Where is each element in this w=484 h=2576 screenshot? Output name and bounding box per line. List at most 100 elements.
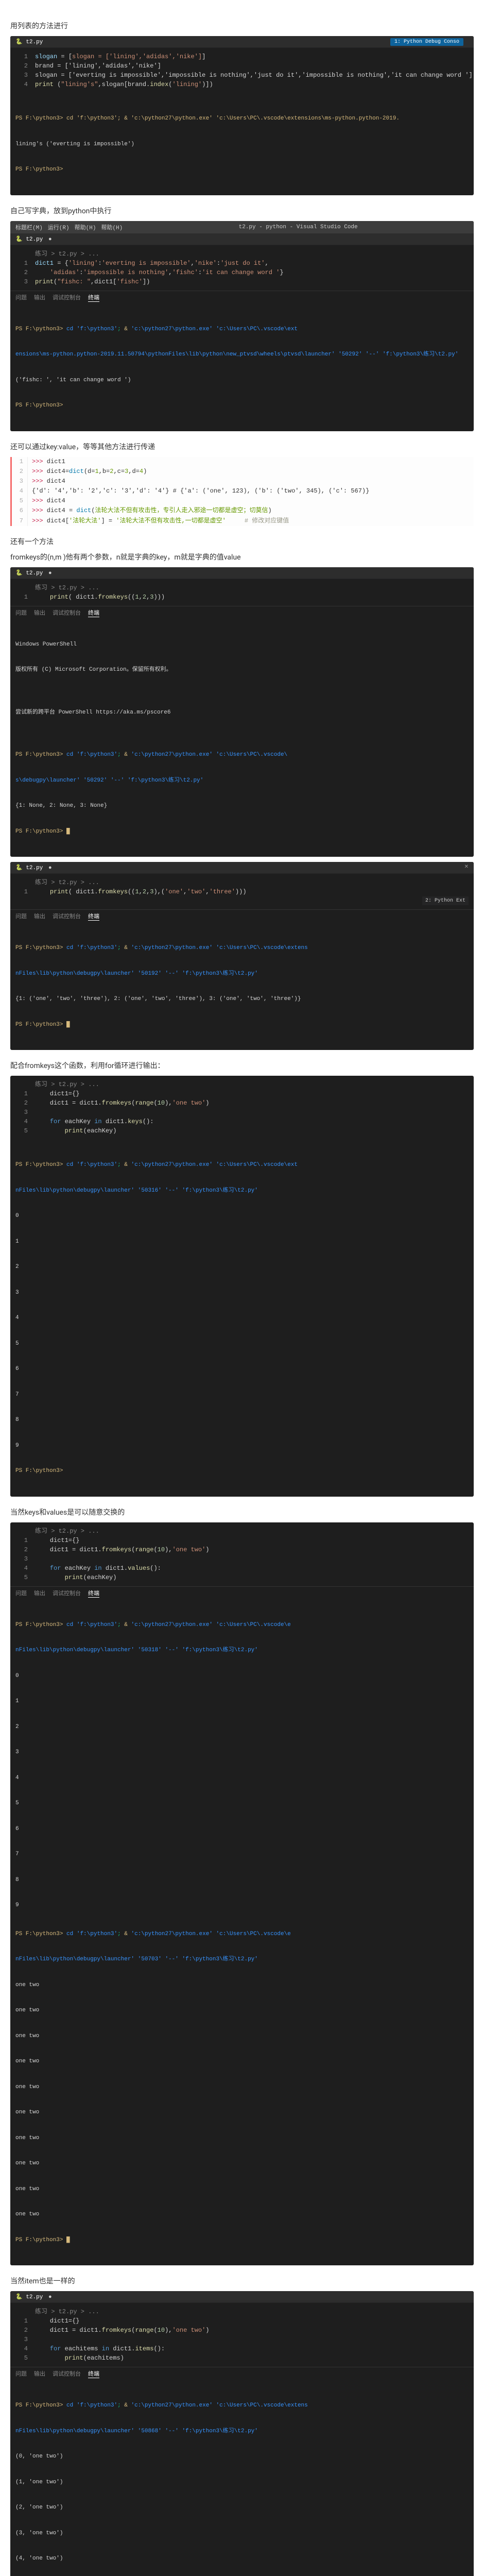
terminal-tab[interactable]: 调试控制台: [53, 608, 81, 617]
code-area-5[interactable]: 练习 > t2.py > ... 1 print( dict1.fromkeys…: [10, 874, 474, 909]
terminal-tab-active[interactable]: 终端: [88, 608, 99, 617]
editor-tab[interactable]: 🐍 t2.py ●: [10, 2291, 474, 2303]
section-title-5: 配合fromkeys这个函数，利用for循环进行输出：: [10, 1060, 474, 1071]
terminal-line: 3: [15, 1748, 469, 1757]
terminal-tab[interactable]: 调试控制台: [53, 293, 81, 302]
terminal-line: 7: [15, 1850, 469, 1859]
tab-label: t2.py: [26, 865, 43, 871]
terminal-tab[interactable]: 输出: [34, 2369, 45, 2378]
terminal-line: 1: [15, 1238, 469, 1246]
window-title: t2.py - python - Visual Studio Code: [128, 224, 469, 230]
code-area-7[interactable]: 练习 > t2.py > ... 1 dict1={} 2 dict1 = di…: [10, 1522, 474, 1586]
terminal-line: PS F:\python3> █: [15, 2236, 469, 2245]
terminal-line: PS F:\python3>: [15, 401, 469, 410]
terminal-line: nFiles\lib\python\debugpy\launcher' '507…: [15, 1955, 469, 1964]
terminal-line: {1: ('one', 'two', 'three'), 2: ('one', …: [15, 995, 469, 1004]
code-area-1[interactable]: 1slogan = [slogan = ['lining','adidas','…: [10, 48, 474, 93]
terminal-tab[interactable]: 调试控制台: [53, 912, 81, 921]
editor-block-1: 🐍 t2.py 1: Python Debug Conso 1slogan = …: [10, 36, 474, 195]
code-area-4[interactable]: 练习 > t2.py > ... 1 print( dict1.fromkeys…: [10, 579, 474, 606]
menu-item[interactable]: 运行(R): [48, 223, 70, 231]
terminal-line: 3: [15, 1289, 469, 1297]
terminal-line: 4: [15, 1774, 469, 1783]
terminal-1[interactable]: PS F:\python3> cd 'f:\python3'; & 'c:\py…: [10, 93, 474, 195]
terminal-tab-active[interactable]: 终端: [88, 1589, 99, 1598]
terminal-5[interactable]: PS F:\python3> cd 'f:\python3'; & 'c:\py…: [10, 923, 474, 1050]
terminal-line: s\debugpy\launcher' '50292' '--' 'f:\pyt…: [15, 776, 469, 785]
terminal-line: one two: [15, 2210, 469, 2219]
terminal-line: 9: [15, 1901, 469, 1910]
editor-tab[interactable]: 🐍 t2.py ●: [10, 567, 474, 579]
tab-label: t2.py: [26, 39, 43, 45]
section-title-7: 当然item也是一样的: [10, 2276, 474, 2286]
terminal-line: ('fishc: ', 'it can change word '): [15, 376, 469, 385]
menu-item[interactable]: 标题栏(M): [15, 223, 43, 231]
tab-icon: 🐍: [15, 39, 23, 45]
terminal-tab[interactable]: 调试控制台: [53, 2369, 81, 2378]
terminal-tabs: 问题 输出 调试控制台 终端: [10, 606, 474, 619]
code-area-6[interactable]: 练习 > t2.py > ... 1 dict1={} 2 dict1 = di…: [10, 1076, 474, 1140]
terminal-line: nFiles\lib\python\debugpy\launcher' '508…: [15, 2427, 469, 2436]
terminal-tabs: 问题 输出 调试控制台 终端: [10, 291, 474, 304]
section-subtitle-4: fromkeys的(n,m )他有两个参数，n就是字典的key，m就是字典的值v…: [10, 552, 474, 562]
terminal-line: (2, 'one two'): [15, 2503, 469, 2512]
editor-block-5: 🐍 t2.py ● ✕ 练习 > t2.py > ... 1 print( di…: [10, 862, 474, 1050]
terminal-tab[interactable]: 问题: [15, 912, 27, 921]
terminal-tab-active[interactable]: 终端: [88, 2369, 99, 2378]
terminal-line: one two: [15, 2057, 469, 2066]
section-title-3: 还可以通过key:value，等等其他方法进行传递: [10, 442, 474, 452]
terminal-line: PS F:\python3>: [15, 165, 469, 174]
terminal-line: 8: [15, 1876, 469, 1885]
terminal-line: PS F:\python3> cd 'f:\python3'; & 'c:\py…: [15, 114, 469, 123]
modified-dot-icon: ●: [48, 865, 52, 871]
terminal-tab[interactable]: 调试控制台: [53, 1589, 81, 1598]
terminal-line: one two: [15, 2032, 469, 2041]
run-button[interactable]: 1: Python Debug Conso: [390, 38, 463, 46]
terminal-6[interactable]: PS F:\python3> cd 'f:\python3'; & 'c:\py…: [10, 1140, 474, 1497]
terminal-tab[interactable]: 输出: [34, 608, 45, 617]
terminal-line: PS F:\python3> █: [15, 1021, 469, 1029]
terminal-line: one two: [15, 2134, 469, 2143]
terminal-tab[interactable]: 输出: [34, 912, 45, 921]
terminal-tab[interactable]: 问题: [15, 608, 27, 617]
editor-tab[interactable]: 🐍 t2.py 1: Python Debug Conso: [10, 36, 474, 48]
terminal-tab[interactable]: 问题: [15, 1589, 27, 1598]
terminal-line: lining's ('everting is impossible'): [15, 140, 469, 149]
modified-dot-icon: ●: [48, 236, 52, 243]
section-title-6: 当然keys和values是可以随意交换的: [10, 1507, 474, 1517]
code-area-2[interactable]: 练习 > t2.py > ... 1dict1 = {'lining':'eve…: [10, 245, 474, 291]
terminal-4[interactable]: Windows PowerShell 版权所有 (C) Microsoft Co…: [10, 619, 474, 857]
inline-code-block: 1>>> dict1 2>>> dict4=dict(d=1,b=2,c=3,d…: [10, 457, 474, 526]
python-ext-tag: 2: Python Ext: [422, 896, 469, 905]
terminal-line: one two: [15, 2006, 469, 2015]
terminal-tab[interactable]: 输出: [34, 1589, 45, 1598]
close-icon[interactable]: ✕: [464, 864, 469, 870]
terminal-line: Windows PowerShell: [15, 640, 469, 649]
terminal-tab[interactable]: 输出: [34, 293, 45, 302]
terminal-line: 5: [15, 1799, 469, 1808]
terminal-tab[interactable]: 问题: [15, 2369, 27, 2378]
editor-tab[interactable]: 🐍 t2.py ● ✕: [10, 862, 474, 874]
code-area-8[interactable]: 练习 > t2.py > ... 1 dict1={} 2 dict1 = di…: [10, 2303, 474, 2367]
terminal-line: one two: [15, 2108, 469, 2117]
terminal-line: 6: [15, 1825, 469, 1834]
section-title-2: 自己写字典，放到python中执行: [10, 206, 474, 216]
terminal-7[interactable]: PS F:\python3> cd 'f:\python3'; & 'c:\py…: [10, 1600, 474, 2266]
tab-icon: 🐍: [15, 2294, 23, 2300]
terminal-tab-active[interactable]: 终端: [88, 912, 99, 921]
menu-item[interactable]: 帮助(H): [101, 223, 123, 231]
terminal-2[interactable]: PS F:\python3> cd 'f:\python3'; & 'c:\py…: [10, 304, 474, 431]
menu-item[interactable]: 帮助(H): [75, 223, 96, 231]
tab-label: t2.py: [26, 570, 43, 577]
terminal-line: (1, 'one two'): [15, 2478, 469, 2487]
terminal-line: one two: [15, 2159, 469, 2168]
tab-icon: 🐍: [15, 236, 23, 243]
terminal-tab-active[interactable]: 终端: [88, 293, 99, 302]
terminal-8[interactable]: PS F:\python3> cd 'f:\python3'; & 'c:\py…: [10, 2380, 474, 2576]
editor-tab[interactable]: 🐍 t2.py ●: [10, 233, 474, 245]
terminal-tab[interactable]: 问题: [15, 293, 27, 302]
terminal-tabs: 问题 输出 调试控制台 终端: [10, 1586, 474, 1600]
tab-label: t2.py: [26, 236, 43, 243]
terminal-line: 0: [15, 1212, 469, 1221]
terminal-tabs: 问题 输出 调试控制台 终端: [10, 909, 474, 923]
